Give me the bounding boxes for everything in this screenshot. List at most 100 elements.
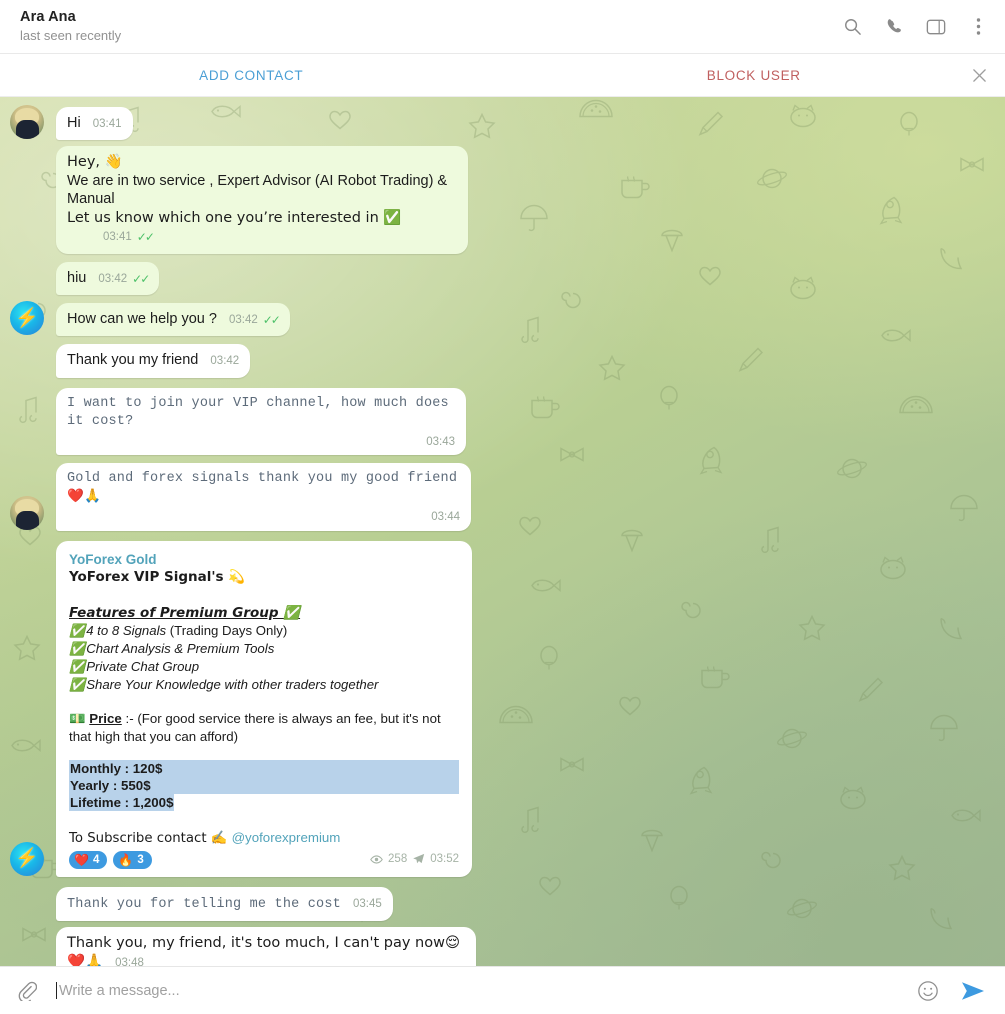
card-time: 03:52 [430, 853, 459, 865]
card-subtitle: YoForex VIP Signal's 💫 [69, 568, 246, 585]
reaction-emoji: 🔥 [118, 852, 134, 867]
more-vertical-icon[interactable] [965, 14, 991, 40]
paperclip-icon[interactable] [12, 976, 42, 1006]
message-input[interactable] [59, 982, 915, 999]
message-bubble[interactable]: Gold and forex signals thank you my good… [56, 463, 471, 531]
message-row: Hi 03:41 [10, 105, 987, 140]
block-user-button[interactable]: BLOCK USER [503, 54, 1005, 97]
avatar[interactable]: ⚡ [10, 301, 44, 335]
smiley-icon[interactable] [915, 978, 941, 1004]
message-time: 03:45 [352, 897, 382, 910]
feature-item: ✅Share Your Knowledge with other traders… [69, 676, 459, 694]
message-line: Let us know which one you’re interested … [67, 209, 401, 228]
message-time: 03:42 [210, 355, 240, 367]
search-icon[interactable] [839, 14, 865, 40]
forwarded-message-card[interactable]: YoForex Gold YoForex VIP Signal's 💫 Feat… [56, 540, 472, 877]
message-meta: 03:42 [210, 352, 239, 371]
view-count: 258 [388, 853, 408, 865]
price-label: Price [89, 710, 122, 726]
feature-emphasis: Chart Analysis & Premium Tools [86, 640, 275, 656]
avatar-slot [10, 105, 56, 140]
bot-bolt-icon: ⚡ [15, 848, 39, 869]
reaction-pill[interactable]: 🔥 3 [113, 850, 152, 869]
reaction-count: 3 [137, 853, 144, 866]
message-meta: 03:44 [67, 508, 460, 527]
avatar[interactable] [10, 495, 44, 530]
avatar[interactable] [10, 105, 44, 139]
message-bubble[interactable]: I want to join your VIP channel, how muc… [56, 387, 466, 455]
feature-emphasis: Private Chat Group [86, 658, 200, 674]
message-line: We are in two service , Expert Advisor (… [67, 172, 448, 208]
subscribe-handle-link[interactable]: @yoforexpremium [232, 830, 341, 845]
message-row: Thank you, my friend, it's too much, I c… [10, 927, 987, 966]
message-text: hiu [67, 269, 87, 286]
reactions: ❤️ 4 🔥 3 [69, 850, 152, 869]
telegram-chat-window: Ara Ana last seen recently ADD CONTACT B… [0, 0, 1005, 1014]
close-icon[interactable] [967, 63, 991, 87]
message-meta: 03:45 [353, 895, 382, 914]
message-text: How can we help you ? [67, 310, 217, 327]
send-icon[interactable] [959, 977, 987, 1005]
message-bubble[interactable]: How can we help you ? 03:42 ✓✓ [56, 302, 290, 336]
message-bubble[interactable]: hiu 03:42 ✓✓ [56, 261, 160, 295]
feature-item: ✅4 to 8 Signals (Trading Days Only) [69, 622, 459, 640]
message-bubble[interactable]: Hey, 👋 We are in two service , Expert Ad… [56, 146, 468, 254]
sidebar-panel-icon[interactable] [923, 14, 949, 40]
message-text: Thank you my friend [67, 352, 199, 368]
chat-subtitle-status: last seen recently [20, 28, 122, 43]
message-row-forwarded: ⚡ YoForex Gold YoForex VIP Signal's 💫 Fe… [10, 540, 987, 877]
money-icon: 💵 [69, 711, 86, 727]
message-text: Thank you for telling me the cost [67, 896, 341, 912]
text-caret [56, 982, 57, 999]
phone-icon[interactable] [881, 14, 907, 40]
chat-header: Ara Ana last seen recently [0, 0, 1005, 54]
message-bubble[interactable]: Hi 03:41 [56, 106, 133, 140]
message-line: Hey, 👋 [67, 153, 457, 172]
feature-item: ✅Chart Analysis & Premium Tools [69, 640, 459, 658]
message-time: 03:41 [103, 231, 132, 243]
price-row: Yearly : 550$ [69, 776, 459, 794]
message-bubble[interactable]: Thank you, my friend, it's too much, I c… [56, 927, 476, 966]
eye-icon [370, 853, 383, 866]
reaction-count: 4 [92, 853, 100, 866]
avatar-slot [10, 294, 56, 295]
feature-item: ✅Private Chat Group [69, 658, 459, 676]
message-bubble[interactable]: Thank you for telling me the cost 03:45 [56, 886, 393, 921]
forwarded-channel-name[interactable]: YoForex Gold [69, 551, 459, 568]
message-row: ⚡ How can we help you ? 03:42 ✓✓ [10, 301, 987, 336]
message-row: I want to join your VIP channel, how muc… [10, 387, 987, 455]
price-note: :- (For good service there is always an … [69, 710, 441, 745]
message-meta: 03:42 ✓✓ [229, 311, 281, 330]
composer-actions [915, 977, 991, 1005]
message-text: Gold and forex signals thank you my good… [67, 471, 458, 505]
message-input-wrap[interactable] [42, 982, 915, 999]
price-intro: 💵 Price :- (For good service there is al… [69, 710, 459, 746]
subscribe-line: To Subscribe contact ✍️ @yoforexpremium [69, 829, 459, 847]
reaction-pill[interactable]: ❤️ 4 [69, 850, 108, 869]
message-row: Thank you for telling me the cost 03:45 [10, 886, 987, 921]
avatar[interactable]: ⚡ [10, 841, 44, 876]
message-meta: 03:41 [93, 115, 122, 134]
chat-title: Ara Ana [20, 9, 76, 25]
message-time: 03:42 [98, 272, 128, 285]
bot-bolt-icon: ⚡ [15, 307, 39, 329]
message-row: Thank you my friend 03:42 [10, 344, 987, 378]
message-text: I want to join your VIP channel, how muc… [67, 395, 449, 430]
add-contact-button[interactable]: ADD CONTACT [0, 54, 503, 97]
chat-header-titles[interactable]: Ara Ana last seen recently [20, 9, 839, 44]
message-time: 03:41 [92, 117, 122, 130]
reaction-emoji: ❤️ [74, 852, 89, 867]
message-meta: 03:48 [115, 954, 144, 967]
message-bubble[interactable]: Thank you my friend 03:42 [56, 344, 251, 378]
card-stats: 258 03:52 [370, 851, 459, 868]
chat-scroll-area[interactable]: Hi 03:41 Hey, 👋 We are in two service , … [0, 97, 1005, 966]
read-checks-icon: ✓✓ [136, 230, 155, 244]
price-list: Monthly : 120$ Yearly : 550$ Lifetime : … [69, 759, 459, 811]
avatar-slot: ⚡ [10, 301, 56, 336]
message-time: 03:44 [431, 511, 460, 523]
message-text: Let us know which one you’re interested … [67, 209, 402, 226]
card-footer: ❤️ 4 🔥 3 258 03:52 [69, 850, 459, 869]
subscribe-text: To Subscribe contact ✍️ [69, 830, 232, 846]
